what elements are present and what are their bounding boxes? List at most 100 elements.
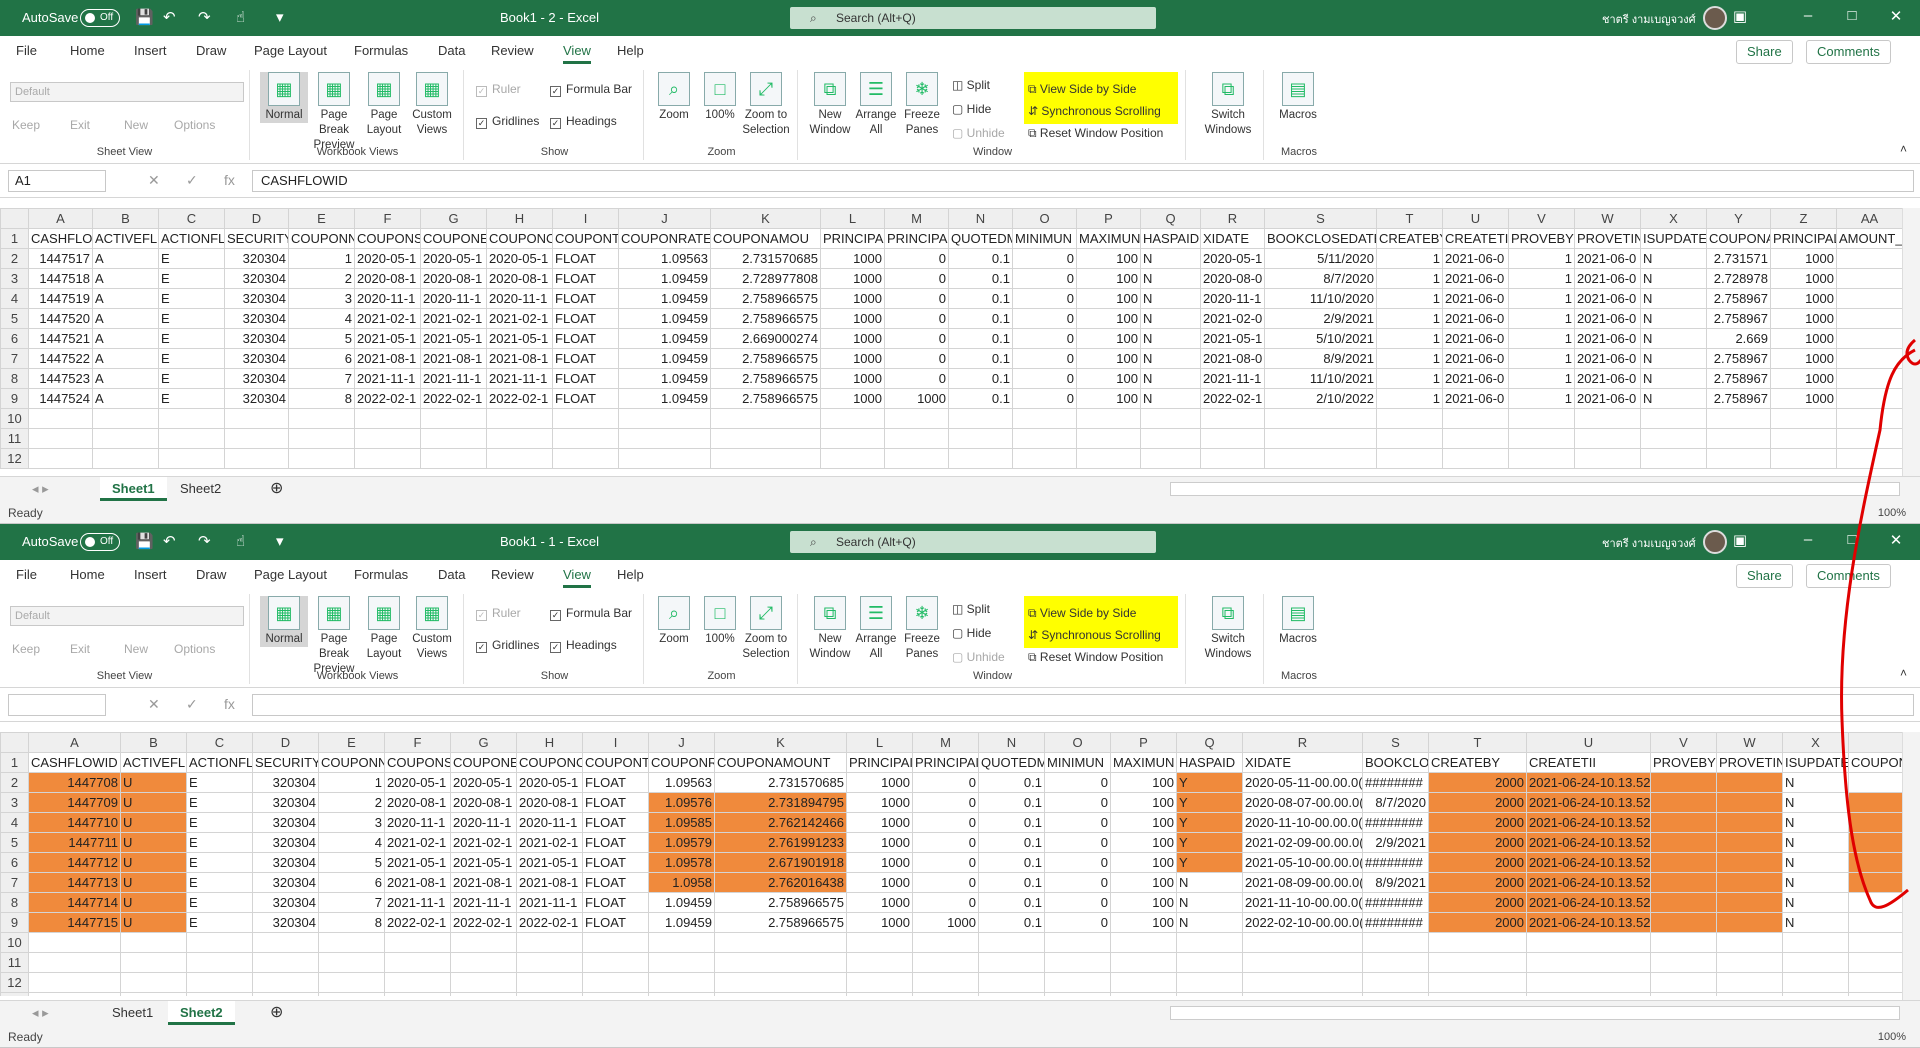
cell[interactable]: COUPONN bbox=[288, 228, 355, 249]
cell[interactable]: 2 bbox=[318, 792, 385, 813]
cell[interactable] bbox=[486, 448, 553, 469]
touch-mode-icon[interactable]: ☝ bbox=[236, 532, 245, 550]
switch-windows-button[interactable]: ⧉ Switch Windows bbox=[1200, 72, 1256, 138]
cell[interactable]: CREATEBY bbox=[1428, 752, 1527, 773]
share-button[interactable]: Share bbox=[1736, 564, 1793, 588]
cell[interactable]: A bbox=[92, 328, 159, 349]
macros-button[interactable]: ▤ Macros bbox=[1274, 596, 1322, 647]
cell[interactable] bbox=[1044, 972, 1111, 993]
column-header[interactable]: Y bbox=[1706, 208, 1771, 229]
cell[interactable]: 320304 bbox=[224, 248, 289, 269]
cell[interactable]: E bbox=[158, 328, 225, 349]
cell[interactable]: 1000 bbox=[846, 812, 913, 833]
minimize-icon[interactable]: – bbox=[1788, 531, 1828, 548]
column-header[interactable]: M bbox=[912, 732, 979, 753]
cell[interactable]: A bbox=[92, 348, 159, 369]
cell[interactable]: ######## bbox=[1362, 852, 1429, 873]
column-header[interactable]: D bbox=[252, 732, 319, 753]
cell[interactable]: 1000 bbox=[1770, 388, 1837, 409]
cell[interactable]: 0 bbox=[912, 832, 979, 853]
cell[interactable]: 100 bbox=[1110, 852, 1177, 873]
tab-view[interactable]: View bbox=[563, 567, 591, 588]
cell[interactable] bbox=[516, 972, 583, 993]
cell[interactable]: 0 bbox=[1044, 812, 1111, 833]
cell[interactable] bbox=[354, 428, 421, 449]
cell[interactable]: 2.671901918 bbox=[714, 852, 847, 873]
cell[interactable] bbox=[186, 952, 253, 973]
cell[interactable]: N bbox=[1640, 328, 1707, 349]
cell[interactable] bbox=[92, 408, 159, 429]
cell[interactable]: BOOKCLOSEDATE bbox=[1264, 228, 1377, 249]
cell[interactable]: 1.09576 bbox=[648, 792, 715, 813]
cell[interactable] bbox=[1264, 448, 1377, 469]
cell[interactable]: A bbox=[92, 288, 159, 309]
column-header[interactable]: S bbox=[1362, 732, 1429, 753]
cell[interactable] bbox=[28, 952, 121, 973]
cell[interactable]: CASHFLOWID bbox=[28, 752, 121, 773]
cell[interactable] bbox=[1242, 972, 1363, 993]
cell[interactable]: 2.758966575 bbox=[714, 912, 847, 933]
cell[interactable] bbox=[1508, 448, 1575, 469]
cell[interactable]: 1000 bbox=[820, 288, 885, 309]
cell[interactable]: 0 bbox=[1012, 268, 1077, 289]
cell[interactable] bbox=[912, 952, 979, 973]
cell[interactable]: 100 bbox=[1110, 772, 1177, 793]
sheet-nav-arrows[interactable]: ◂ ▸ bbox=[20, 1001, 61, 1025]
cell[interactable]: 2.761991233 bbox=[1848, 832, 1902, 853]
cell[interactable]: 2.731571 bbox=[1706, 248, 1771, 269]
page-break-preview-button[interactable]: ▦ Page Break Preview bbox=[310, 596, 358, 677]
cell[interactable]: 7 bbox=[318, 892, 385, 913]
cell[interactable]: 1000 bbox=[846, 912, 913, 933]
zoom-level[interactable]: 100% bbox=[1878, 1026, 1906, 1047]
column-header[interactable]: D bbox=[224, 208, 289, 229]
cell[interactable]: U bbox=[120, 892, 187, 913]
cell[interactable] bbox=[582, 972, 649, 993]
cell[interactable]: 2020-11-1 bbox=[354, 288, 421, 309]
cell[interactable]: N bbox=[1640, 288, 1707, 309]
cell[interactable] bbox=[1836, 308, 1902, 329]
cell[interactable] bbox=[1716, 912, 1783, 933]
tab-formulas[interactable]: Formulas bbox=[354, 567, 408, 582]
cell[interactable]: COUPONN bbox=[318, 752, 385, 773]
cell[interactable] bbox=[1012, 448, 1077, 469]
cell[interactable]: 2022-02-1 bbox=[420, 388, 487, 409]
cell[interactable] bbox=[1836, 288, 1902, 309]
cell[interactable]: E bbox=[186, 792, 253, 813]
cell[interactable]: 1 bbox=[1376, 288, 1443, 309]
cell[interactable] bbox=[1848, 972, 1902, 993]
cell[interactable]: E bbox=[158, 248, 225, 269]
cell[interactable] bbox=[158, 448, 225, 469]
column-header[interactable]: F bbox=[384, 732, 451, 753]
cell[interactable] bbox=[1782, 932, 1849, 953]
cell[interactable]: 2020-08-07-00.00.0( bbox=[1242, 792, 1363, 813]
cell[interactable] bbox=[1716, 972, 1783, 993]
cell[interactable]: 0 bbox=[884, 268, 949, 289]
cell[interactable]: 1.09579 bbox=[648, 832, 715, 853]
zoom-100-button[interactable]: □ 100% bbox=[696, 72, 744, 123]
cell[interactable]: 2020-05-1 bbox=[420, 248, 487, 269]
cell[interactable]: 100 bbox=[1110, 832, 1177, 853]
cell[interactable] bbox=[1508, 428, 1575, 449]
cell[interactable]: 0 bbox=[1044, 832, 1111, 853]
cell[interactable]: 2021-06-0 bbox=[1442, 348, 1509, 369]
tab-view[interactable]: View bbox=[563, 43, 591, 64]
cell[interactable] bbox=[1044, 932, 1111, 953]
cell[interactable] bbox=[420, 408, 487, 429]
cell[interactable]: 0.1 bbox=[978, 832, 1045, 853]
cell[interactable]: 2020-11-10-00.00.0( bbox=[1242, 812, 1363, 833]
cell[interactable]: 2021-05-1 bbox=[1200, 328, 1265, 349]
cell[interactable]: 2021-08-0 bbox=[1200, 348, 1265, 369]
cell[interactable] bbox=[1076, 408, 1141, 429]
cell[interactable] bbox=[582, 992, 649, 996]
cell[interactable] bbox=[1574, 408, 1641, 429]
cell[interactable]: 2021-05-1 bbox=[450, 852, 517, 873]
cell[interactable]: 1000 bbox=[1770, 368, 1837, 389]
cell[interactable] bbox=[420, 428, 487, 449]
cell[interactable]: XIDATE bbox=[1242, 752, 1363, 773]
cell[interactable]: 2021-06-0 bbox=[1574, 328, 1641, 349]
cell[interactable] bbox=[1836, 248, 1902, 269]
cell[interactable]: E bbox=[158, 388, 225, 409]
cell[interactable] bbox=[1716, 812, 1783, 833]
cell[interactable] bbox=[1650, 812, 1717, 833]
column-header[interactable]: L bbox=[820, 208, 885, 229]
